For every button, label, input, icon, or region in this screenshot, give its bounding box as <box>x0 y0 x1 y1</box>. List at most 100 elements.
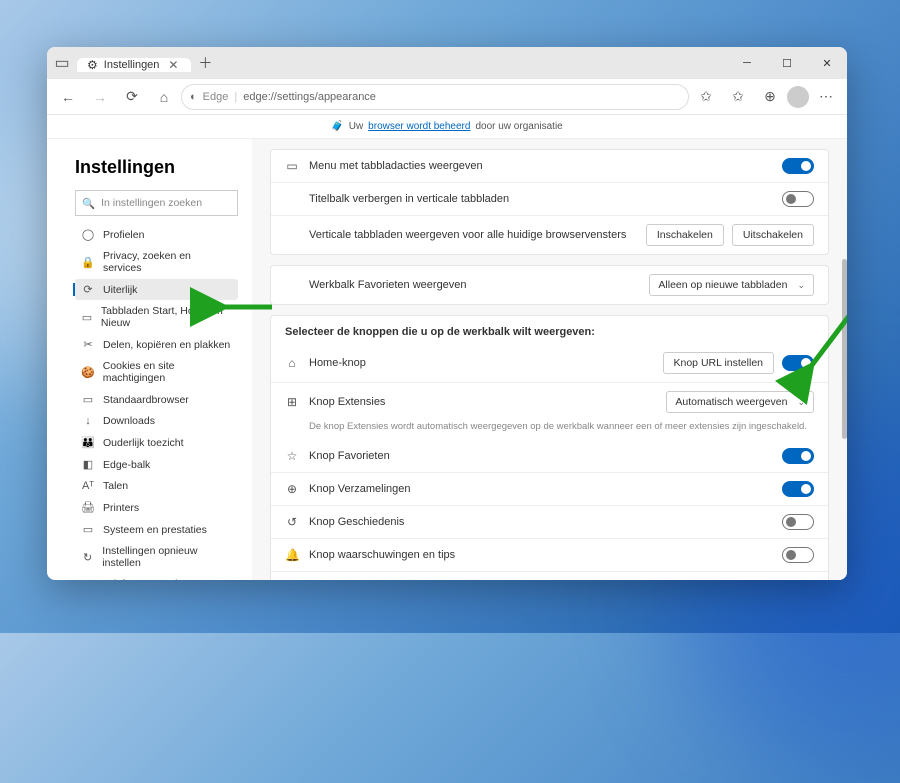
setting-row: ⊕ Knop Verzamelingen <box>271 472 828 505</box>
row-icon: ⊕ <box>285 482 299 496</box>
favorite-add-icon[interactable]: ✩ <box>691 82 721 112</box>
nav-icon: ✂ <box>81 338 95 351</box>
home-button[interactable]: ⌂ <box>149 82 179 112</box>
toggle[interactable] <box>782 514 814 530</box>
close-tab-icon[interactable]: ✕ <box>165 58 181 72</box>
profile-avatar[interactable] <box>787 86 809 108</box>
nav-label: Delen, kopiëren en plakken <box>103 339 230 351</box>
button[interactable]: Knop URL instellen <box>663 352 775 374</box>
toggle[interactable] <box>782 448 814 464</box>
sidebar-item-tabbladen-start-home-en-nieuw[interactable]: ▭Tabbladen Start, Home en Nieuw <box>75 301 238 333</box>
sidebar-item-standaardbrowser[interactable]: ▭Standaardbrowser <box>75 389 238 410</box>
nav-label: Standaardbrowser <box>103 394 189 406</box>
nav-icon: ↻ <box>81 551 94 564</box>
managed-link[interactable]: browser wordt beheerd <box>368 121 470 132</box>
address-bar[interactable]: ◐ Edge | edge://settings/appearance <box>181 84 689 110</box>
nav-label: Profielen <box>103 229 144 241</box>
edge-icon: ◐ <box>190 91 197 103</box>
sidebar-item-profielen[interactable]: ◯Profielen <box>75 224 238 245</box>
sidebar-item-printers[interactable]: 🖨 Printers <box>75 497 238 518</box>
settings-sidebar: Instellingen 🔍 In instellingen zoeken ◯P… <box>47 139 252 580</box>
gear-icon: ⚙ <box>87 58 98 72</box>
sidebar-item-edge-balk[interactable]: ◧Edge-balk <box>75 454 238 475</box>
select[interactable]: Automatisch weergeven⌄ <box>666 391 814 413</box>
sidebar-item-instellingen-opnieuw-instellen[interactable]: ↻ Instellingen opnieuw instellen <box>75 541 238 573</box>
nav-label: Cookies en site machtigingen <box>103 360 232 384</box>
nav-icon: 🔒 <box>81 256 95 269</box>
row-label: Home-knop <box>309 357 366 369</box>
row-label: Knop waarschuwingen en tips <box>309 549 455 561</box>
chevron-down-icon: ⌄ <box>797 280 805 291</box>
setting-row: Werkbalk Favorieten weergeven Alleen op n… <box>271 266 828 304</box>
setting-row: Verticale tabbladen weergeven voor alle … <box>271 215 828 254</box>
sidebar-item-telefoon-en-andere-apparaten[interactable]: 📱Telefoon en andere apparaten <box>75 574 238 580</box>
nav-icon: ↓ <box>81 415 95 427</box>
button-inschakelen[interactable]: Inschakelen <box>646 224 724 246</box>
toggle[interactable] <box>782 158 814 174</box>
briefcase-icon: 🧳 <box>331 121 343 132</box>
addr-hint: Edge <box>203 91 229 103</box>
section-title: Selecteer de knoppen die u op de werkbal… <box>271 316 828 344</box>
setting-row: ↓Knop Downloads <box>271 571 828 580</box>
nav-label: Printers <box>103 502 139 514</box>
forward-button[interactable]: → <box>85 82 115 112</box>
row-label: Knop Favorieten <box>309 450 390 462</box>
select[interactable]: Alleen op nieuwe tabbladen⌄ <box>649 274 814 296</box>
row-label: Werkbalk Favorieten weergeven <box>309 279 467 291</box>
nav-icon: 👪 <box>81 436 95 449</box>
toggle[interactable] <box>782 547 814 563</box>
titlebar: ▭ ⚙ Instellingen ✕ ＋ ─ ☐ ✕ <box>47 47 847 79</box>
sidebar-item-talen[interactable]: Aᵀ Talen <box>75 476 238 496</box>
scrollbar[interactable] <box>842 259 847 439</box>
minimize-button[interactable]: ─ <box>727 47 767 79</box>
toggle[interactable] <box>782 191 814 207</box>
nav-icon: ▭ <box>81 523 95 536</box>
sidebar-item-delen-kopi-ren-en-plakken[interactable]: ✂ Delen, kopiëren en plakken <box>75 334 238 355</box>
new-tab-button[interactable]: ＋ <box>191 53 219 73</box>
nav-label: Telefoon en andere apparaten <box>103 578 232 580</box>
nav-label: Uiterlijk <box>103 284 137 296</box>
sidebar-item-uiterlijk[interactable]: ⟳ Uiterlijk <box>75 279 238 300</box>
toggle[interactable] <box>782 355 814 371</box>
chevron-down-icon: ⌄ <box>797 397 805 408</box>
active-tab[interactable]: ⚙ Instellingen ✕ <box>77 58 191 72</box>
row-icon: ↺ <box>285 515 299 529</box>
toggle[interactable] <box>782 481 814 497</box>
refresh-button[interactable]: ⟳ <box>117 82 147 112</box>
sidebar-item-cookies-en-site-machtigingen[interactable]: 🍪Cookies en site machtigingen <box>75 356 238 388</box>
setting-row: ☆Knop Favorieten <box>271 440 828 472</box>
row-label: Menu met tabbladacties weergeven <box>309 160 483 172</box>
sidebar-item-systeem-en-prestaties[interactable]: ▭ Systeem en prestaties <box>75 519 238 540</box>
menu-button[interactable]: ⋯ <box>811 82 841 112</box>
nav-icon: Aᵀ <box>81 480 95 492</box>
nav-label: Edge-balk <box>103 459 150 471</box>
button-uitschakelen[interactable]: Uitschakelen <box>732 224 814 246</box>
row-label: Knop Verzamelingen <box>309 483 411 495</box>
setting-row: 🔔Knop waarschuwingen en tips <box>271 538 828 571</box>
back-button[interactable]: ← <box>53 82 83 112</box>
nav-label: Talen <box>103 480 128 492</box>
nav-icon: ⟳ <box>81 283 95 296</box>
nav-label: Instellingen opnieuw instellen <box>102 545 232 569</box>
setting-row: ↺Knop Geschiedenis <box>271 505 828 538</box>
favorites-icon[interactable]: ✩ <box>723 82 753 112</box>
sidebar-item-ouderlijk-toezicht[interactable]: 👪Ouderlijk toezicht <box>75 432 238 453</box>
maximize-button[interactable]: ☐ <box>767 47 807 79</box>
row-icon: ⊞ <box>285 395 299 409</box>
nav-label: Downloads <box>103 415 155 427</box>
managed-infobar: 🧳 Uw browser wordt beheerd door uw organ… <box>47 115 847 139</box>
tab-actions-icon[interactable]: ▭ <box>47 47 77 79</box>
search-icon: 🔍 <box>82 197 95 210</box>
row-label: Verticale tabbladen weergeven voor alle … <box>309 229 626 241</box>
nav-label: Systeem en prestaties <box>103 524 207 536</box>
close-window-button[interactable]: ✕ <box>807 47 847 79</box>
sidebar-item-privacy-zoeken-en-services[interactable]: 🔒 Privacy, zoeken en services <box>75 246 238 278</box>
nav-label: Privacy, zoeken en services <box>103 250 232 274</box>
collections-icon[interactable]: ⊕ <box>755 82 785 112</box>
row-icon: ⌂ <box>285 356 299 370</box>
setting-row: ⌂ Home-knop Knop URL instellen <box>271 344 828 382</box>
settings-search[interactable]: 🔍 In instellingen zoeken <box>75 190 238 216</box>
sidebar-item-downloads[interactable]: ↓ Downloads <box>75 411 238 431</box>
browser-window: ▭ ⚙ Instellingen ✕ ＋ ─ ☐ ✕ ← → ⟳ ⌂ ◐ Edg… <box>47 47 847 580</box>
nav-icon: 🖨 <box>81 501 95 514</box>
